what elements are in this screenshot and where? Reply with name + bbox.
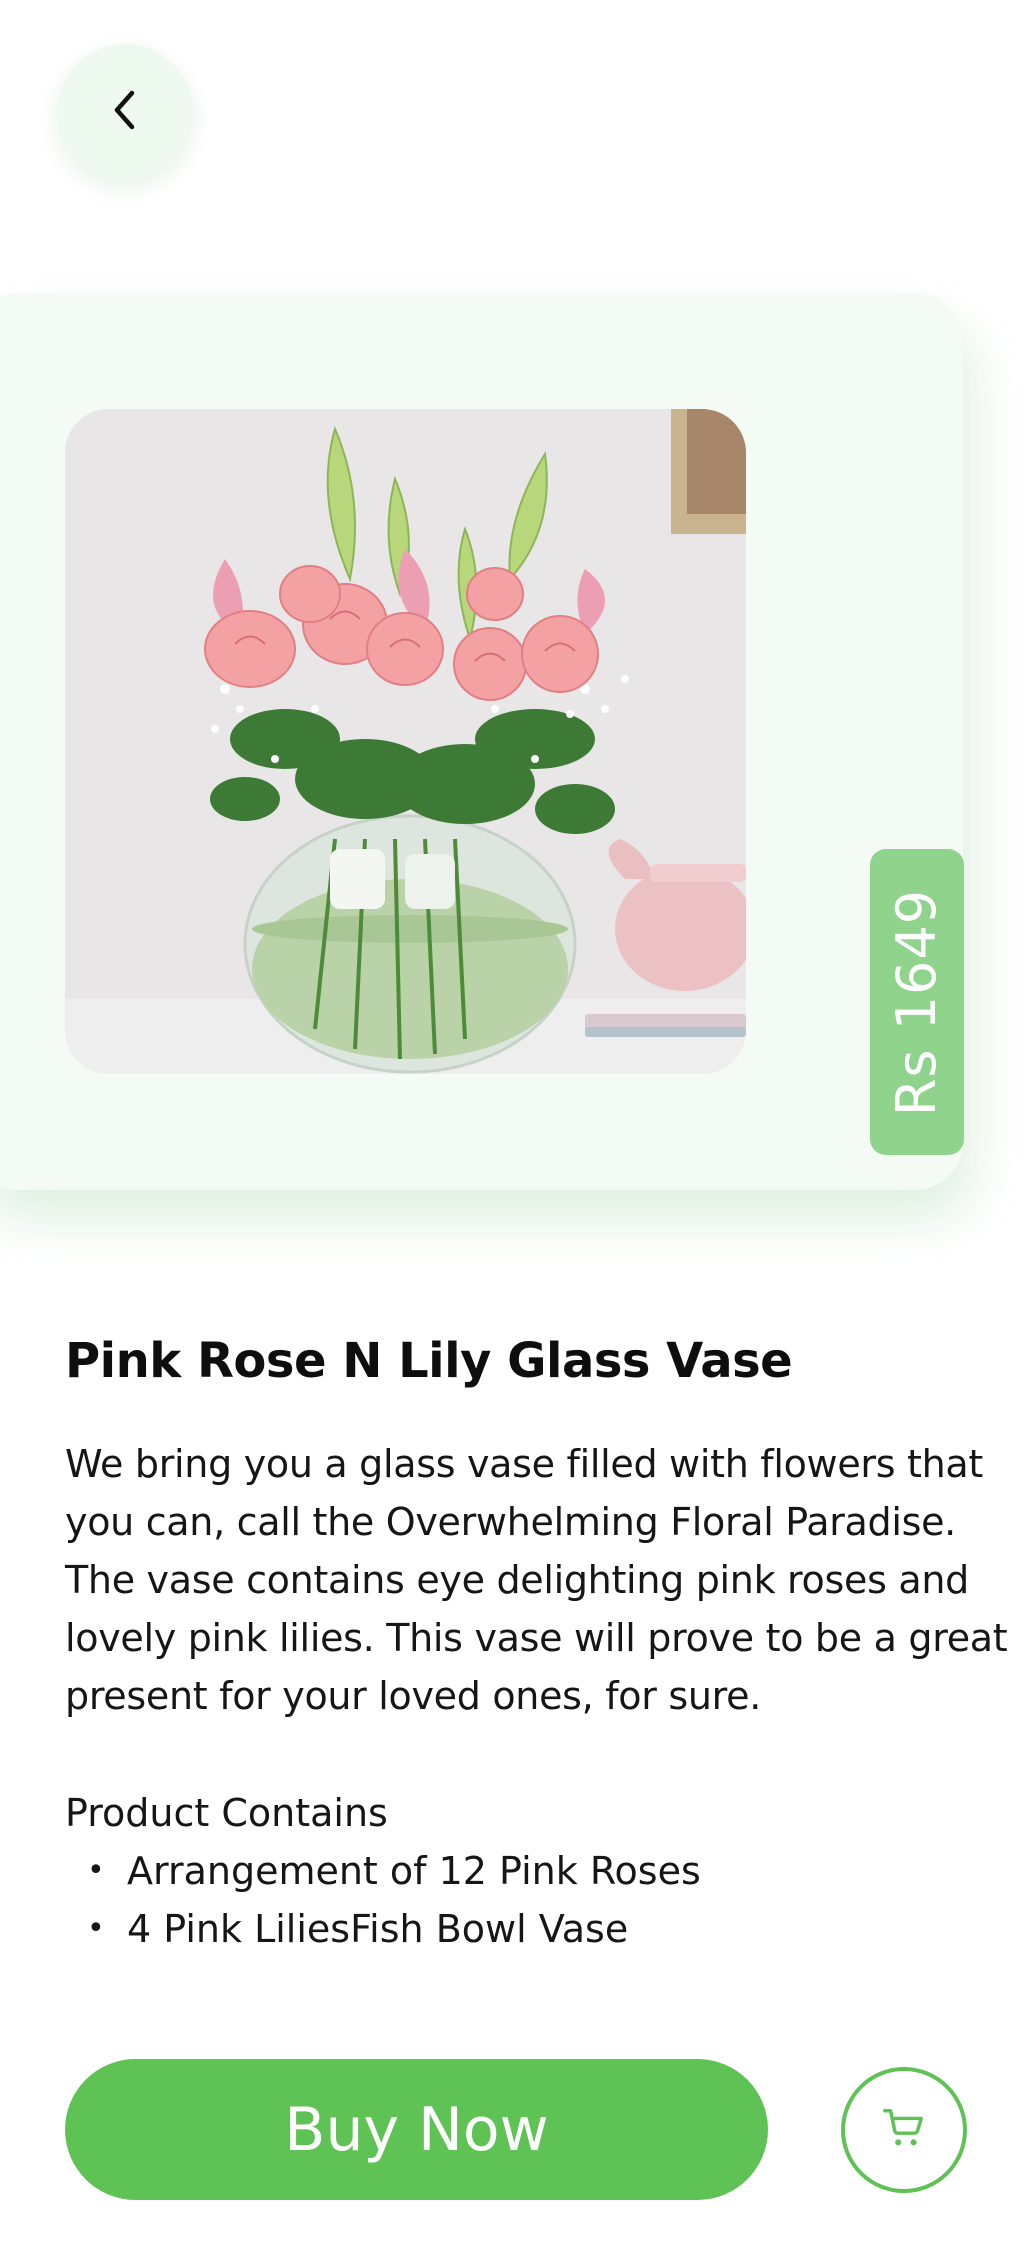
list-item: Arrangement of 12 Pink Roses [65,1842,701,1900]
price-tag: Rs 1649 [870,849,964,1155]
product-contains-list: Arrangement of 12 Pink Roses 4 Pink Lili… [65,1842,701,1958]
product-contains-heading: Product Contains [65,1791,388,1835]
price-label: Rs 1649 [885,888,949,1116]
buy-now-button[interactable]: Buy Now [65,2059,768,2200]
shopping-cart-icon [881,2105,927,2155]
product-image-illustration [65,409,746,1074]
product-title: Pink Rose N Lily Glass Vase [65,1333,793,1389]
chevron-left-icon [108,87,142,137]
list-item: 4 Pink LiliesFish Bowl Vase [65,1900,701,1958]
add-to-cart-button[interactable] [841,2067,967,2193]
product-description: We bring you a glass vase filled with fl… [65,1442,1008,1718]
back-button[interactable] [57,44,193,180]
product-image [65,409,746,1074]
